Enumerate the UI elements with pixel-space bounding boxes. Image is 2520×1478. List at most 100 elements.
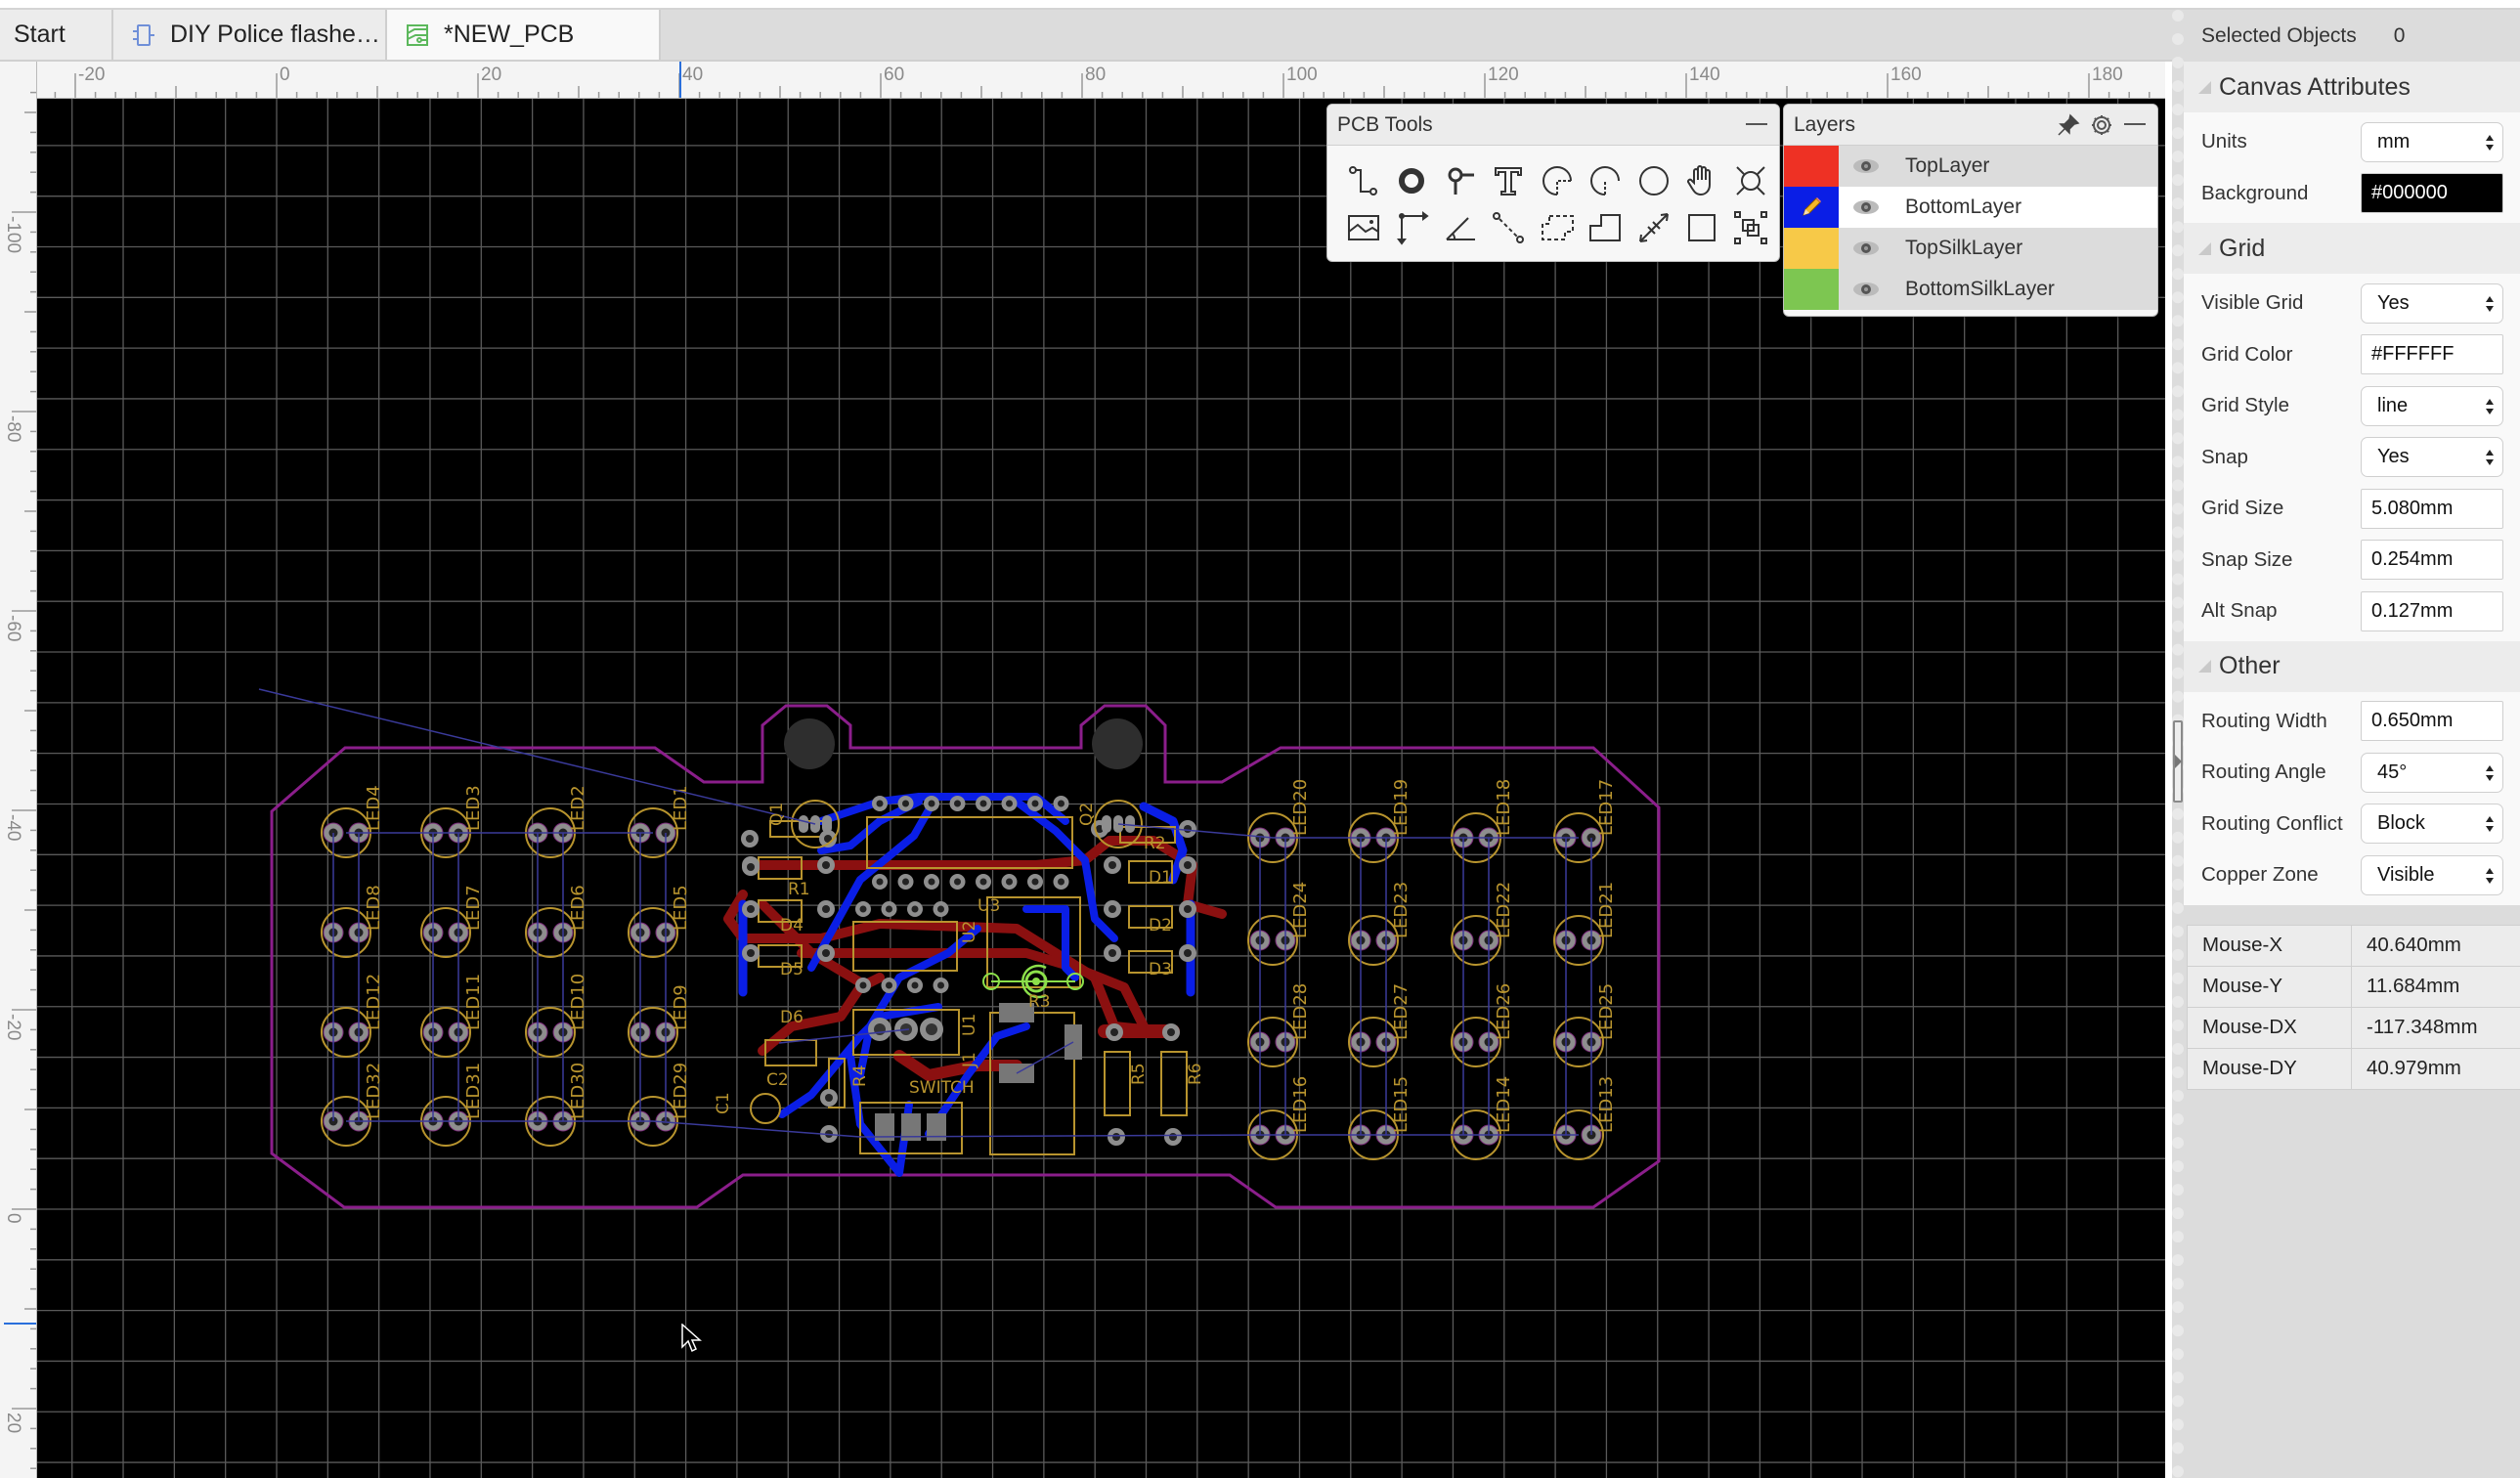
snap-select[interactable]: Yes xyxy=(2361,437,2503,478)
protractor-icon xyxy=(1446,217,1475,240)
tool-pan[interactable] xyxy=(1678,157,1727,204)
eye-icon[interactable] xyxy=(1852,158,1891,174)
layer-row-bottomlayer[interactable]: BottomLayer xyxy=(1784,187,2157,228)
background-color-field[interactable]: #000000 xyxy=(2361,173,2503,214)
component-label-q2: Q2 xyxy=(1077,803,1097,826)
pad-drill xyxy=(1108,949,1116,957)
section-grid[interactable]: Grid xyxy=(2184,223,2520,274)
image-icon xyxy=(1347,215,1379,240)
layer-row-toplayer[interactable]: TopLayer xyxy=(1784,146,2157,187)
component-label-u1: U1 xyxy=(960,1014,979,1036)
routing-width-input[interactable]: 0.650mm xyxy=(2361,701,2503,742)
panel-splitter-handle[interactable] xyxy=(2173,720,2183,803)
collapse-triangle-icon xyxy=(2198,660,2211,673)
routing-conflict-value: Block xyxy=(2377,812,2425,835)
tool-arc[interactable] xyxy=(1582,157,1630,204)
section-other[interactable]: Other xyxy=(2184,640,2520,692)
grid-color-field[interactable]: #FFFFFF xyxy=(2361,334,2503,375)
routing-conflict-select[interactable]: Block xyxy=(2361,804,2503,845)
layer-row-bottomsilklayer[interactable]: BottomSilkLayer xyxy=(1784,269,2157,310)
spinner-icon xyxy=(2486,398,2494,414)
tool-group[interactable] xyxy=(1726,204,1775,251)
layer-color-swatch[interactable] xyxy=(1784,146,1839,187)
selected-via-center xyxy=(1032,978,1040,985)
tool-via[interactable] xyxy=(1436,157,1485,204)
mouse-row: Mouse-Y 11.684mm xyxy=(2187,965,2520,1008)
mouse-coordinates-table: Mouse-X 40.640mm Mouse-Y 11.684mm Mouse-DX… xyxy=(2187,924,2520,1090)
grid-size-label: Grid Size xyxy=(2201,497,2284,520)
layer-color-swatch[interactable] xyxy=(1784,228,1839,269)
visible-grid-select[interactable]: Yes xyxy=(2361,283,2503,324)
dimension-icon xyxy=(1638,213,1669,242)
pencil-icon xyxy=(1803,197,1821,216)
hole-icon xyxy=(1736,166,1765,196)
eye-icon[interactable] xyxy=(1852,282,1891,297)
tab-schematic[interactable]: DIY Police flashe… xyxy=(113,10,387,60)
visible-grid-value: Yes xyxy=(2377,291,2410,314)
minimize-icon[interactable] xyxy=(2122,112,2148,138)
pcb-icon xyxy=(405,22,430,48)
pad-drill xyxy=(825,1094,833,1102)
component-label-r4: R4 xyxy=(850,1065,870,1087)
routing-width-label: Routing Width xyxy=(2201,709,2327,732)
snap-size-label: Snap Size xyxy=(2201,547,2293,571)
tool-track[interactable] xyxy=(1339,157,1388,204)
grid-size-input[interactable]: 5.080mm xyxy=(2361,488,2503,529)
tool-connect-pad[interactable] xyxy=(1485,204,1534,251)
snap-size-input[interactable]: 0.254mm xyxy=(2361,540,2503,581)
ruler-label: 20 xyxy=(3,1413,23,1433)
copper-zone-value: Visible xyxy=(2377,863,2435,886)
tool-circle[interactable] xyxy=(1629,157,1678,204)
snap-value: Yes xyxy=(2377,446,2410,468)
tool-dimension[interactable] xyxy=(1629,204,1678,251)
tool-text[interactable] xyxy=(1485,157,1534,204)
tool-image[interactable] xyxy=(1339,204,1388,251)
layer-name: TopLayer xyxy=(1905,154,1990,177)
layers-header[interactable]: Layers xyxy=(1784,105,2157,146)
layer-row-topsilklayer[interactable]: TopSilkLayer xyxy=(1784,228,2157,269)
eye-icon[interactable] xyxy=(1852,240,1891,256)
background-value: #000000 xyxy=(2371,182,2448,204)
gear-icon[interactable] xyxy=(2089,112,2114,138)
arc-center-icon xyxy=(1542,166,1572,196)
tool-canvas-origin[interactable] xyxy=(1388,204,1437,251)
tool-protractor[interactable] xyxy=(1436,204,1485,251)
pcb-tools-header[interactable]: PCB Tools xyxy=(1327,105,1779,146)
alt-snap-input[interactable]: 0.127mm xyxy=(2361,590,2503,631)
routing-angle-select[interactable]: 45° xyxy=(2361,752,2503,793)
section-canvas-attributes[interactable]: Canvas Attributes xyxy=(2184,62,2520,112)
tab-label: DIY Police flashe… xyxy=(170,21,380,48)
tab-start[interactable]: Start xyxy=(0,10,113,60)
tool-hole[interactable] xyxy=(1726,157,1775,204)
mouse-value: 11.684mm xyxy=(2351,965,2520,1008)
spinner-icon xyxy=(2486,295,2494,312)
tool-arc-center[interactable] xyxy=(1533,157,1582,204)
tool-pad[interactable] xyxy=(1388,157,1437,204)
pad-drill xyxy=(1169,1133,1177,1141)
document-tab-bar: Start DIY Police flashe… *NEW_PCB xyxy=(0,10,2172,62)
eye-icon[interactable] xyxy=(1852,199,1891,215)
tab-new-pcb[interactable]: *NEW_PCB xyxy=(387,10,661,60)
units-select[interactable]: mm xyxy=(2361,121,2503,162)
pad-drill xyxy=(822,905,830,913)
tool-solid-region[interactable] xyxy=(1582,204,1630,251)
pad-drill xyxy=(1184,825,1192,833)
minimize-icon[interactable] xyxy=(1744,112,1769,138)
ratline xyxy=(859,1134,1274,1138)
layer-color-swatch[interactable] xyxy=(1784,269,1839,310)
mouse-row: Mouse-DY 40.979mm xyxy=(2187,1047,2520,1090)
grid-style-select[interactable]: line xyxy=(2361,385,2503,426)
ruler-label: -40 xyxy=(3,814,23,841)
ic-pin-drill xyxy=(954,878,961,886)
ic-pin-drill xyxy=(1058,878,1064,886)
layer-color-swatch[interactable] xyxy=(1784,187,1839,228)
copper-zone-select[interactable]: Visible xyxy=(2361,854,2503,895)
routing-angle-label: Routing Angle xyxy=(2201,761,2326,784)
grid-style-label: Grid Style xyxy=(2201,394,2289,417)
pad-drill xyxy=(747,949,755,957)
pin-icon[interactable] xyxy=(2056,112,2081,138)
tool-copper-area[interactable] xyxy=(1533,204,1582,251)
ruler-label: 20 xyxy=(481,65,501,85)
mouse-value: -117.348mm xyxy=(2351,1006,2520,1049)
tool-rectangle[interactable] xyxy=(1678,204,1727,251)
